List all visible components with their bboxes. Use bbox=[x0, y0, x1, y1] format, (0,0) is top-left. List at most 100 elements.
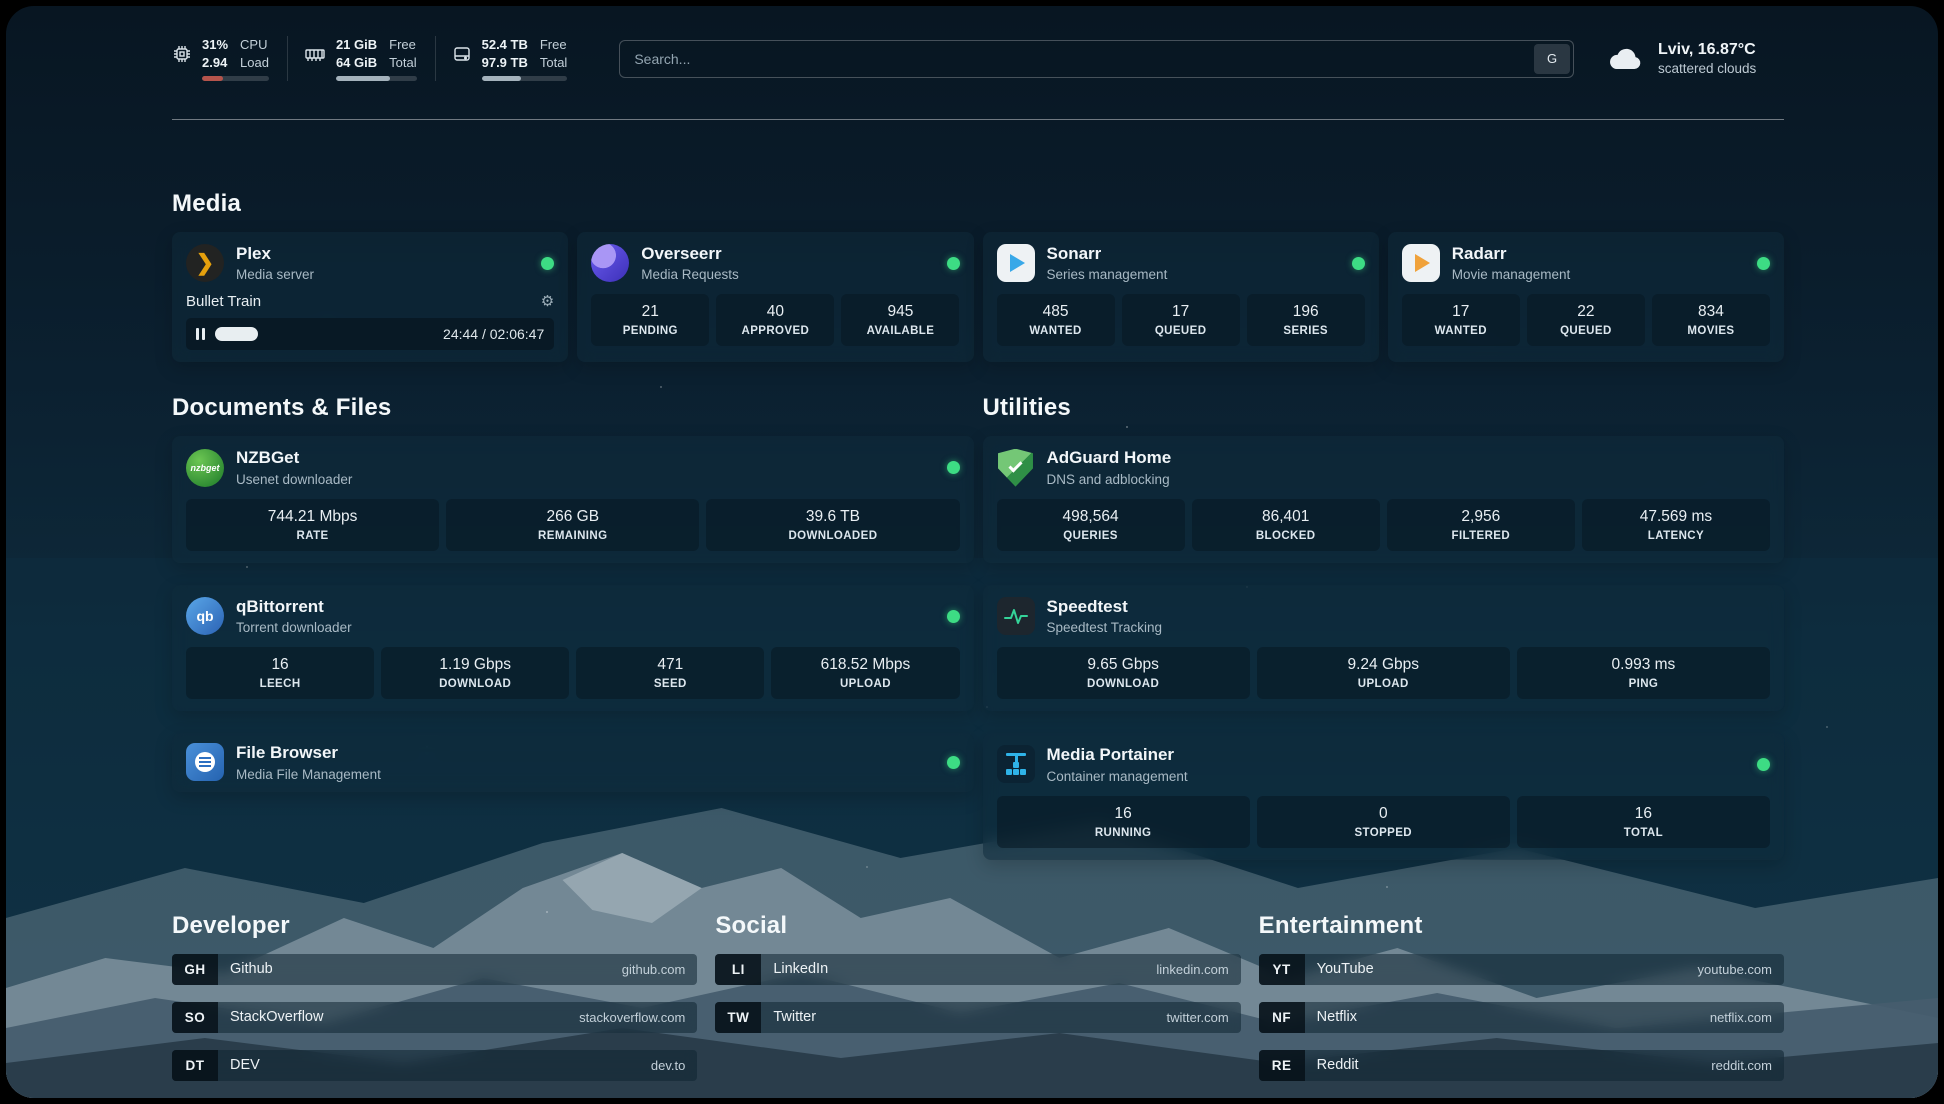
app-desc: Movie management bbox=[1452, 267, 1571, 282]
youtube-icon: YT bbox=[1259, 954, 1305, 985]
sonarr-icon bbox=[997, 244, 1035, 282]
filebrowser-card[interactable]: File Browser Media File Management bbox=[172, 733, 974, 791]
app-name: Radarr bbox=[1452, 244, 1571, 264]
system-stats: 31% 2.94 CPU Load bbox=[172, 36, 601, 81]
weather-location: Lviv, 16.87°C bbox=[1658, 41, 1756, 59]
bookmarks-area: Developer GH Github github.com SO StackO… bbox=[172, 912, 1784, 1081]
memory-usage-bar bbox=[336, 76, 417, 81]
app-name: NZBGet bbox=[236, 448, 352, 468]
memory-widget: 21 GiB 64 GiB Free Total bbox=[304, 36, 436, 81]
nzbget-card[interactable]: nzbget NZBGet Usenet downloader 744.21 M… bbox=[172, 436, 974, 562]
stat-leech: 16 LEECH bbox=[186, 647, 374, 699]
disk-total-label: Total bbox=[540, 54, 567, 72]
app-name: Sonarr bbox=[1047, 244, 1168, 264]
disk-total: 97.9 TB bbox=[482, 54, 528, 72]
stat-queries: 498,564 QUERIES bbox=[997, 499, 1185, 551]
plex-card[interactable]: ❯ Plex Media server Bullet Train ⚙ bbox=[172, 232, 568, 362]
gear-icon[interactable]: ⚙ bbox=[541, 292, 554, 310]
social-section-title: Social bbox=[715, 912, 1240, 940]
bookmarks-developer: Developer GH Github github.com SO StackO… bbox=[172, 912, 697, 1081]
search-input[interactable] bbox=[619, 40, 1574, 78]
app-desc: Media server bbox=[236, 267, 314, 282]
stat-total: 16 TOTAL bbox=[1517, 796, 1770, 848]
portainer-card[interactable]: Media Portainer Container management 16 … bbox=[983, 733, 1785, 859]
portainer-crane-icon bbox=[997, 745, 1035, 783]
stackoverflow-icon: SO bbox=[172, 1002, 218, 1033]
bookmark-youtube[interactable]: YT YouTube youtube.com bbox=[1259, 954, 1784, 985]
search-engine-button[interactable]: G bbox=[1534, 44, 1570, 74]
memory-free-label: Free bbox=[389, 36, 416, 54]
stat-upload: 618.52 Mbps UPLOAD bbox=[771, 647, 959, 699]
cpu-label-load: Load bbox=[240, 54, 269, 72]
app-desc: Torrent downloader bbox=[236, 620, 352, 635]
app-name: AdGuard Home bbox=[1047, 448, 1172, 468]
status-online-dot bbox=[947, 756, 960, 769]
disk-widget: 52.4 TB 97.9 TB Free Total bbox=[452, 36, 586, 81]
stat-download: 1.19 Gbps DOWNLOAD bbox=[381, 647, 569, 699]
qbittorrent-card[interactable]: qb qBittorrent Torrent downloader 16 LEE… bbox=[172, 585, 974, 711]
top-bar: 31% 2.94 CPU Load bbox=[172, 36, 1784, 81]
github-icon: GH bbox=[172, 954, 218, 985]
radarr-card[interactable]: Radarr Movie management 17 WANTED 22 QUE… bbox=[1388, 232, 1784, 362]
stat-latency: 47.569 ms LATENCY bbox=[1582, 499, 1770, 551]
cpu-label: CPU bbox=[240, 36, 269, 54]
cpu-loadavg: 2.94 bbox=[202, 54, 228, 72]
header-divider bbox=[172, 119, 1784, 120]
weather-widget: Lviv, 16.87°C scattered clouds bbox=[1606, 41, 1784, 76]
bookmarks-entertainment: Entertainment YT YouTube youtube.com NF … bbox=[1259, 912, 1784, 1081]
utilities-section-title: Utilities bbox=[983, 394, 1785, 422]
bookmark-reddit[interactable]: RE Reddit reddit.com bbox=[1259, 1050, 1784, 1081]
adguard-shield-icon bbox=[997, 449, 1035, 487]
entertainment-section-title: Entertainment bbox=[1259, 912, 1784, 940]
netflix-icon: NF bbox=[1259, 1002, 1305, 1033]
bookmark-github[interactable]: GH Github github.com bbox=[172, 954, 697, 985]
stat-filtered: 2,956 FILTERED bbox=[1387, 499, 1575, 551]
app-desc: DNS and adblocking bbox=[1047, 472, 1172, 487]
qbittorrent-icon: qb bbox=[186, 597, 224, 635]
app-desc: Speedtest Tracking bbox=[1047, 620, 1163, 635]
disk-icon bbox=[452, 44, 472, 64]
playback-time: 24:44 / 02:06:47 bbox=[443, 326, 544, 342]
stat-series: 196 SERIES bbox=[1247, 294, 1365, 346]
app-desc: Media Requests bbox=[641, 267, 739, 282]
stat-downloaded: 39.6 TB DOWNLOADED bbox=[706, 499, 959, 551]
stat-ping: 0.993 ms PING bbox=[1517, 647, 1770, 699]
weather-condition: scattered clouds bbox=[1658, 61, 1756, 76]
pause-button[interactable] bbox=[196, 328, 205, 340]
stat-wanted: 485 WANTED bbox=[997, 294, 1115, 346]
speedtest-icon bbox=[997, 597, 1035, 635]
overseerr-icon bbox=[591, 244, 629, 282]
dev-icon: DT bbox=[172, 1050, 218, 1081]
radarr-icon bbox=[1402, 244, 1440, 282]
status-online-dot bbox=[947, 257, 960, 270]
speedtest-card[interactable]: Speedtest Speedtest Tracking 9.65 Gbps D… bbox=[983, 585, 1785, 711]
bookmark-twitter[interactable]: TW Twitter twitter.com bbox=[715, 1002, 1240, 1033]
linkedin-icon: LI bbox=[715, 954, 761, 985]
stat-available: 945 AVAILABLE bbox=[841, 294, 959, 346]
stat-upload: 9.24 Gbps UPLOAD bbox=[1257, 647, 1510, 699]
app-desc: Container management bbox=[1047, 769, 1188, 784]
overseerr-card[interactable]: Overseerr Media Requests 21 PENDING 40 A… bbox=[577, 232, 973, 362]
documents-section-title: Documents & Files bbox=[172, 394, 974, 422]
stat-pending: 21 PENDING bbox=[591, 294, 709, 346]
app-name: Plex bbox=[236, 244, 314, 264]
bookmark-stackoverflow[interactable]: SO StackOverflow stackoverflow.com bbox=[172, 1002, 697, 1033]
adguard-card[interactable]: AdGuard Home DNS and adblocking 498,564 … bbox=[983, 436, 1785, 562]
stat-movies: 834 MOVIES bbox=[1652, 294, 1770, 346]
snow-speckles bbox=[6, 6, 8, 8]
stat-seed: 471 SEED bbox=[576, 647, 764, 699]
stat-queued: 22 QUEUED bbox=[1527, 294, 1645, 346]
section-documents: Documents & Files nzbget NZBGet Usenet d… bbox=[172, 394, 974, 859]
status-online-dot bbox=[1757, 758, 1770, 771]
search-bar: G bbox=[619, 40, 1574, 78]
sonarr-card[interactable]: Sonarr Series management 485 WANTED 17 Q… bbox=[983, 232, 1379, 362]
status-online-dot bbox=[1352, 257, 1365, 270]
bookmark-netflix[interactable]: NF Netflix netflix.com bbox=[1259, 1002, 1784, 1033]
app-name: qBittorrent bbox=[236, 597, 352, 617]
bookmark-dev[interactable]: DT DEV dev.to bbox=[172, 1050, 697, 1081]
cloud-icon bbox=[1606, 44, 1646, 74]
memory-free: 21 GiB bbox=[336, 36, 377, 54]
disk-free-label: Free bbox=[540, 36, 567, 54]
bookmark-linkedin[interactable]: LI LinkedIn linkedin.com bbox=[715, 954, 1240, 985]
memory-total-label: Total bbox=[389, 54, 416, 72]
